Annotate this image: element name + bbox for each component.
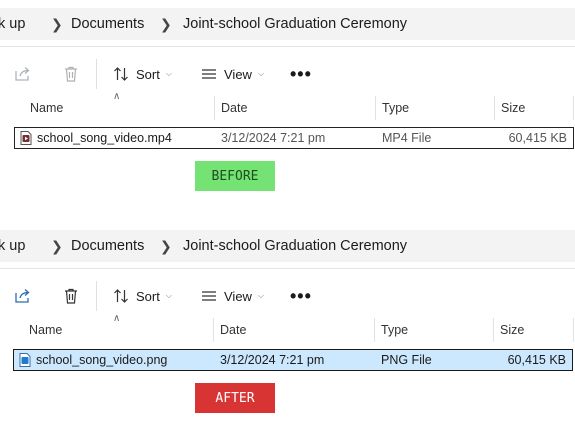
before-panel: k up ❯ Documents ❯ Joint-school Graduati… xyxy=(0,0,575,222)
divider xyxy=(0,268,575,269)
share-button[interactable] xyxy=(14,56,32,92)
column-divider[interactable] xyxy=(375,96,376,120)
chevron-down-icon: ⌵ xyxy=(165,69,172,78)
column-header-size[interactable]: Size xyxy=(500,323,524,337)
file-name: school_song_video.mp4 xyxy=(37,131,172,145)
breadcrumb-item[interactable]: k up xyxy=(0,238,25,254)
chevron-down-icon: ⌵ xyxy=(257,69,265,78)
file-date: 3/12/2024 7:21 pm xyxy=(221,131,326,145)
file-size: 60,415 KB xyxy=(508,131,567,145)
command-bar: Sort ⌵ View ⌵ ••• xyxy=(0,56,575,92)
after-panel: k up ❯ Documents ❯ Joint-school Graduati… xyxy=(0,222,575,444)
column-divider[interactable] xyxy=(494,96,495,120)
chevron-right-icon: ❯ xyxy=(160,15,172,32)
column-divider[interactable] xyxy=(214,96,215,120)
view-label: View xyxy=(224,288,252,304)
video-file-icon xyxy=(20,131,32,148)
address-bar[interactable]: k up ❯ Documents ❯ Joint-school Graduati… xyxy=(0,230,575,262)
delete-button[interactable] xyxy=(62,278,80,314)
toolbar-divider xyxy=(96,59,97,89)
file-row[interactable]: school_song_video.mp4 3/12/2024 7:21 pm … xyxy=(14,127,574,149)
delete-button[interactable] xyxy=(62,56,80,92)
toolbar-divider xyxy=(96,281,97,311)
column-header-date[interactable]: Date xyxy=(221,101,247,115)
sort-ascending-icon: ∧ xyxy=(113,91,121,102)
chevron-right-icon: ❯ xyxy=(160,237,172,254)
before-badge: BEFORE xyxy=(195,161,275,191)
column-header-size[interactable]: Size xyxy=(501,101,525,115)
breadcrumb-item[interactable]: Joint-school Graduation Ceremony xyxy=(183,238,407,254)
chevron-right-icon: ❯ xyxy=(51,237,63,254)
file-date: 3/12/2024 7:21 pm xyxy=(220,353,325,367)
breadcrumb-item[interactable]: Documents xyxy=(71,238,144,254)
file-size: 60,415 KB xyxy=(507,353,566,367)
view-icon xyxy=(201,288,217,304)
after-badge: AFTER xyxy=(195,383,275,413)
breadcrumb-item[interactable]: k up xyxy=(0,16,25,32)
column-header-row: ∧ Name Date Type Size xyxy=(0,313,575,342)
sort-label: Sort xyxy=(136,288,160,304)
address-bar[interactable]: k up ❯ Documents ❯ Joint-school Graduati… xyxy=(0,8,575,40)
command-bar: Sort ⌵ View ⌵ ••• xyxy=(0,278,575,314)
share-icon xyxy=(14,287,32,305)
sort-ascending-icon: ∧ xyxy=(113,313,121,324)
image-file-icon xyxy=(19,353,31,370)
breadcrumb-item[interactable]: Joint-school Graduation Ceremony xyxy=(183,16,407,32)
column-header-type[interactable]: Type xyxy=(381,323,408,337)
more-icon: ••• xyxy=(290,63,312,84)
view-icon xyxy=(201,66,217,82)
sort-icon xyxy=(113,66,129,82)
more-icon: ••• xyxy=(290,285,312,306)
column-divider[interactable] xyxy=(374,318,375,342)
delete-icon xyxy=(62,287,80,305)
column-header-name[interactable]: Name xyxy=(30,101,63,115)
chevron-right-icon: ❯ xyxy=(51,15,63,32)
file-type: PNG File xyxy=(381,353,432,367)
share-button[interactable] xyxy=(14,278,32,314)
sort-button[interactable]: Sort ⌵ xyxy=(113,56,172,92)
column-header-date[interactable]: Date xyxy=(220,323,246,337)
sort-label: Sort xyxy=(136,66,160,82)
breadcrumb-item[interactable]: Documents xyxy=(71,16,144,32)
file-type: MP4 File xyxy=(382,131,432,145)
column-header-name[interactable]: Name xyxy=(29,323,62,337)
column-divider[interactable] xyxy=(573,96,574,120)
column-divider[interactable] xyxy=(573,318,574,342)
view-button[interactable]: View ⌵ xyxy=(201,56,264,92)
more-options-button[interactable]: ••• xyxy=(290,56,312,92)
divider xyxy=(0,46,575,47)
view-button[interactable]: View ⌵ xyxy=(201,278,264,314)
column-divider[interactable] xyxy=(213,318,214,342)
chevron-down-icon: ⌵ xyxy=(165,291,172,300)
column-header-type[interactable]: Type xyxy=(382,101,409,115)
sort-button[interactable]: Sort ⌵ xyxy=(113,278,172,314)
column-divider[interactable] xyxy=(493,318,494,342)
file-row[interactable]: school_song_video.png 3/12/2024 7:21 pm … xyxy=(13,349,573,371)
sort-icon xyxy=(113,288,129,304)
delete-icon xyxy=(62,65,80,83)
column-header-row: ∧ Name Date Type Size xyxy=(0,91,575,120)
share-icon xyxy=(14,65,32,83)
view-label: View xyxy=(224,66,252,82)
more-options-button[interactable]: ••• xyxy=(290,278,312,314)
file-name: school_song_video.png xyxy=(36,353,168,367)
chevron-down-icon: ⌵ xyxy=(257,291,265,300)
